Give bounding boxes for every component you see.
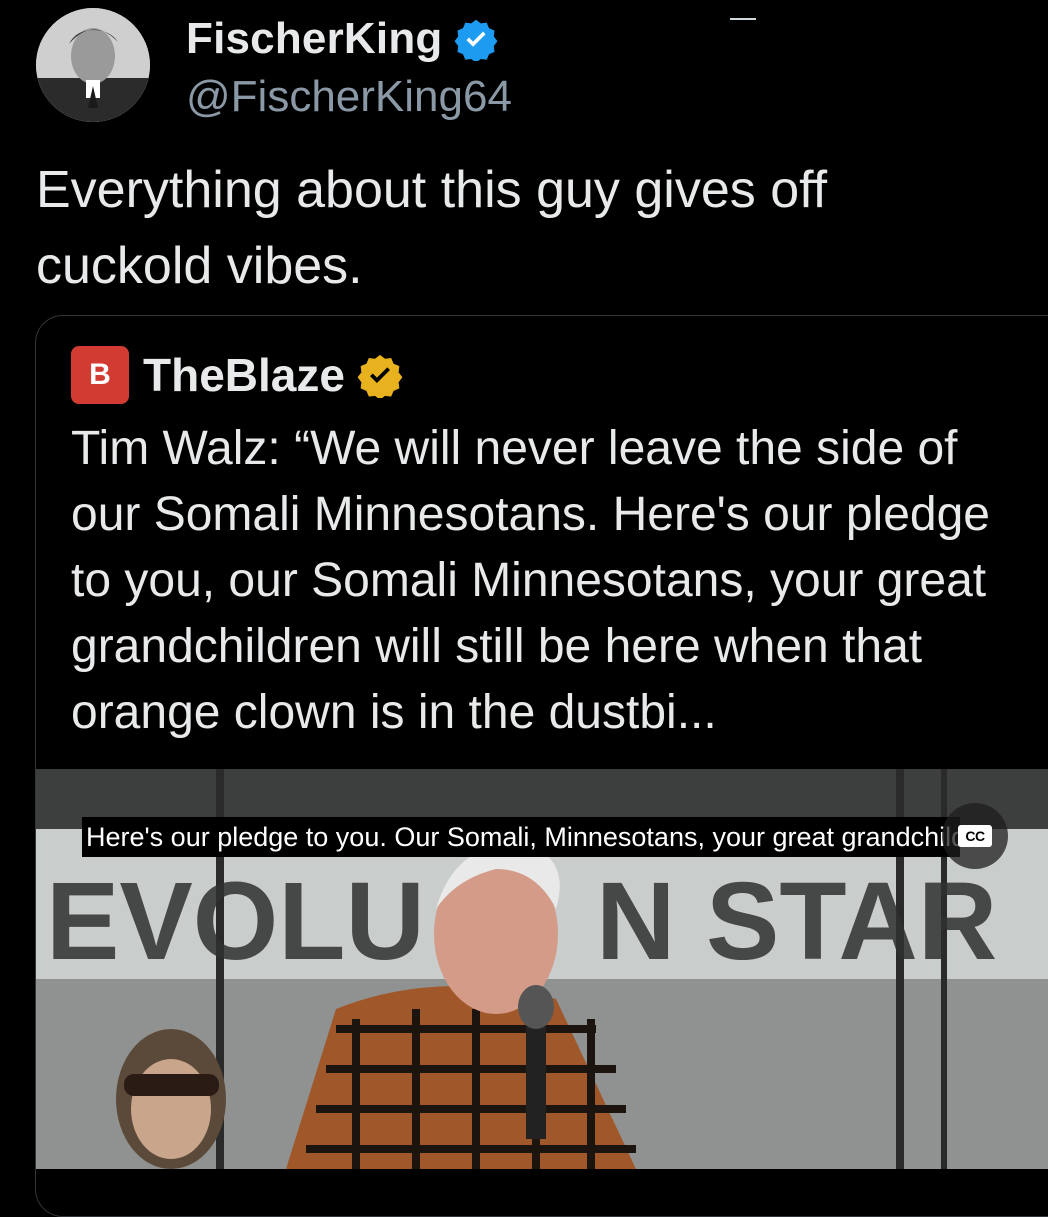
quoted-author-name[interactable]: TheBlaze: [143, 348, 345, 402]
author-handle[interactable]: @FischerKing64: [186, 72, 512, 122]
theblaze-logo-icon[interactable]: B: [71, 346, 129, 404]
quoted-tweet-card[interactable]: B TheBlaze Tim Walz: “We will never leav…: [35, 315, 1048, 1217]
svg-text:N STAR: N STAR: [596, 860, 997, 983]
author-name-row: FischerKing: [186, 14, 498, 64]
verified-badge-icon: [455, 19, 498, 61]
quoted-text: Tim Walz: “We will never leave the side …: [71, 422, 990, 739]
video-player[interactable]: EVOLU N STAR Here's our pledge to you. O…: [36, 769, 1048, 1169]
avatar-photo-icon: [36, 8, 150, 122]
author-avatar[interactable]: [36, 8, 150, 122]
author-display-name[interactable]: FischerKing: [186, 14, 442, 64]
tweet-text: Everything about this guy gives off cuck…: [36, 161, 828, 295]
captions-button[interactable]: CC: [942, 803, 1008, 869]
logo-letter: B: [89, 358, 111, 391]
divider: [730, 18, 756, 20]
tweet-header: FischerKing @FischerKing64: [36, 8, 1036, 128]
gold-verified-badge-icon: [357, 354, 403, 398]
svg-text:EVOLU: EVOLU: [46, 860, 425, 983]
closed-captions-icon: CC: [958, 825, 992, 847]
video-caption: Here's our pledge to you. Our Somali, Mi…: [82, 817, 960, 857]
quoted-header: B TheBlaze: [71, 346, 403, 404]
cc-label: CC: [965, 828, 985, 844]
